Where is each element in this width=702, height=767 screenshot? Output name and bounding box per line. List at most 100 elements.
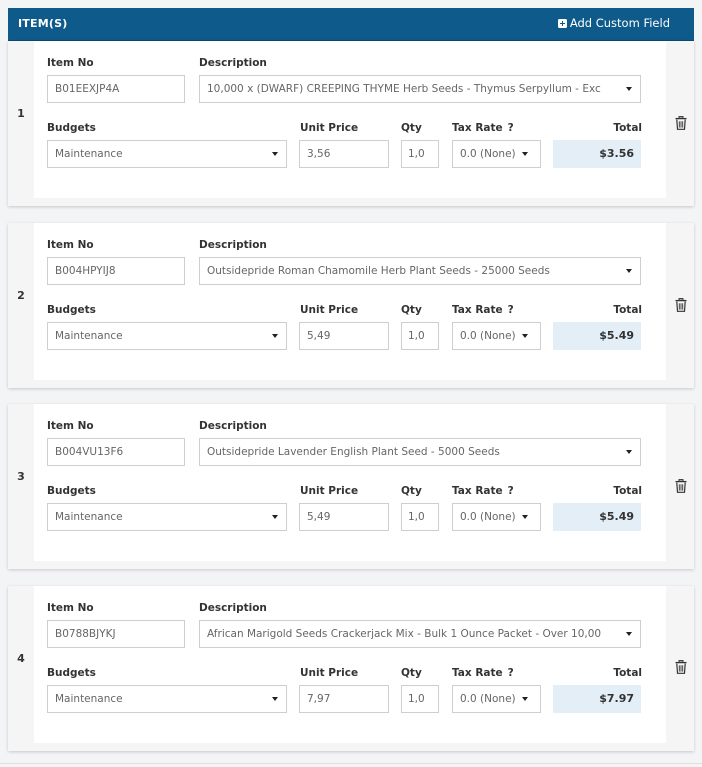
qty-input[interactable]: 1,0 <box>401 140 439 168</box>
trash-icon[interactable] <box>675 660 687 674</box>
qty-label: Qty <box>401 667 422 679</box>
tax-rate-label: Tax Rate? <box>452 122 514 134</box>
caret-down-icon <box>626 269 632 273</box>
unit-price-label: Unit Price <box>300 304 359 316</box>
total-value: $5.49 <box>553 322 641 350</box>
description-value: Outsidepride Lavender English Plant Seed… <box>207 446 500 458</box>
unit-price-input[interactable]: 3,56 <box>299 140 389 168</box>
description-label: Description <box>199 239 267 251</box>
item-row: 1 Item No Description B01EEXJP4A 10,000 … <box>8 41 694 206</box>
description-value: Outsidepride Roman Chamomile Herb Plant … <box>207 265 550 277</box>
description-value: African Marigold Seeds Crackerjack Mix -… <box>207 628 602 640</box>
total-label: Total <box>613 485 642 497</box>
item-no-label: Item No <box>47 239 94 251</box>
caret-down-icon <box>522 334 528 338</box>
description-label: Description <box>199 602 267 614</box>
items-header: ITEM(S) Add Custom Field <box>8 8 694 41</box>
budget-value: Maintenance <box>55 693 123 705</box>
item-no-label: Item No <box>47 420 94 432</box>
qty-label: Qty <box>401 485 422 497</box>
item-number: 1 <box>17 107 25 120</box>
caret-down-icon <box>522 152 528 156</box>
caret-down-icon <box>272 152 278 156</box>
trash-icon[interactable] <box>675 116 687 130</box>
unit-price-input[interactable]: 7,97 <box>299 685 389 713</box>
tax-rate-value: 0.0 (None) <box>460 148 516 160</box>
tax-rate-value: 0.0 (None) <box>460 330 516 342</box>
budget-value: Maintenance <box>55 148 123 160</box>
qty-input[interactable]: 1,0 <box>401 503 439 531</box>
caret-down-icon <box>272 515 278 519</box>
tax-rate-text: Tax Rate <box>452 304 503 316</box>
trash-icon[interactable] <box>675 298 687 312</box>
plus-square-icon <box>557 18 567 28</box>
description-label: Description <box>199 420 267 432</box>
bottom-divider <box>0 763 702 764</box>
tax-rate-label: Tax Rate? <box>452 667 514 679</box>
item-no-input[interactable]: B01EEXJP4A <box>47 75 185 103</box>
description-select[interactable]: Outsidepride Lavender English Plant Seed… <box>199 438 641 466</box>
description-select[interactable]: Outsidepride Roman Chamomile Herb Plant … <box>199 257 641 285</box>
budgets-label: Budgets <box>47 304 96 316</box>
qty-input[interactable]: 1,0 <box>401 685 439 713</box>
tax-rate-label: Tax Rate? <box>452 485 514 497</box>
item-no-input[interactable]: B0788BJYKJ <box>47 620 185 648</box>
unit-price-label: Unit Price <box>300 122 359 134</box>
item-form: Item No Description B01EEXJP4A 10,000 x … <box>34 41 666 198</box>
tax-rate-value: 0.0 (None) <box>460 693 516 705</box>
items-panel: ITEM(S) Add Custom Field <box>8 8 694 41</box>
budgets-label: Budgets <box>47 122 96 134</box>
description-select[interactable]: 10,000 x (DWARF) CREEPING THYME Herb See… <box>199 75 641 103</box>
budgets-label: Budgets <box>47 667 96 679</box>
budgets-label: Budgets <box>47 485 96 497</box>
item-no-label: Item No <box>47 57 94 69</box>
qty-input[interactable]: 1,0 <box>401 322 439 350</box>
trash-icon[interactable] <box>675 479 687 493</box>
qty-label: Qty <box>401 304 422 316</box>
tax-rate-text: Tax Rate <box>452 485 503 497</box>
budget-value: Maintenance <box>55 330 123 342</box>
budget-select[interactable]: Maintenance <box>47 322 287 350</box>
caret-down-icon <box>626 632 632 636</box>
tax-rate-help-icon[interactable]: ? <box>508 485 514 497</box>
item-number: 4 <box>17 652 25 665</box>
tax-rate-select[interactable]: 0.0 (None) <box>452 140 541 168</box>
caret-down-icon <box>626 87 632 91</box>
item-no-input[interactable]: B004HPYIJ8 <box>47 257 185 285</box>
tax-rate-help-icon[interactable]: ? <box>508 304 514 316</box>
unit-price-label: Unit Price <box>300 485 359 497</box>
total-label: Total <box>613 667 642 679</box>
item-row: 2 Item No Description B004HPYIJ8 Outside… <box>8 223 694 388</box>
add-custom-field-label: Add Custom Field <box>569 16 670 30</box>
item-form: Item No Description B004HPYIJ8 Outsidepr… <box>34 223 666 380</box>
caret-down-icon <box>522 515 528 519</box>
budget-select[interactable]: Maintenance <box>47 503 287 531</box>
tax-rate-select[interactable]: 0.0 (None) <box>452 322 541 350</box>
tax-rate-select[interactable]: 0.0 (None) <box>452 685 541 713</box>
item-no-label: Item No <box>47 602 94 614</box>
budget-select[interactable]: Maintenance <box>47 685 287 713</box>
total-label: Total <box>613 122 642 134</box>
unit-price-input[interactable]: 5,49 <box>299 503 389 531</box>
budget-select[interactable]: Maintenance <box>47 140 287 168</box>
description-select[interactable]: African Marigold Seeds Crackerjack Mix -… <box>199 620 641 648</box>
item-no-input[interactable]: B004VU13F6 <box>47 438 185 466</box>
total-value: $7.97 <box>553 685 641 713</box>
tax-rate-label: Tax Rate? <box>452 304 514 316</box>
items-title: ITEM(S) <box>18 17 68 30</box>
tax-rate-help-icon[interactable]: ? <box>508 122 514 134</box>
tax-rate-select[interactable]: 0.0 (None) <box>452 503 541 531</box>
tax-rate-text: Tax Rate <box>452 122 503 134</box>
unit-price-input[interactable]: 5,49 <box>299 322 389 350</box>
description-value: 10,000 x (DWARF) CREEPING THYME Herb See… <box>207 83 601 95</box>
tax-rate-help-icon[interactable]: ? <box>508 667 514 679</box>
add-custom-field-button[interactable]: Add Custom Field <box>557 16 670 30</box>
tax-rate-value: 0.0 (None) <box>460 511 516 523</box>
caret-down-icon <box>626 450 632 454</box>
total-label: Total <box>613 304 642 316</box>
qty-label: Qty <box>401 122 422 134</box>
item-form: Item No Description B004VU13F6 Outsidepr… <box>34 404 666 561</box>
item-number: 3 <box>17 470 25 483</box>
caret-down-icon <box>272 697 278 701</box>
total-value: $5.49 <box>553 503 641 531</box>
